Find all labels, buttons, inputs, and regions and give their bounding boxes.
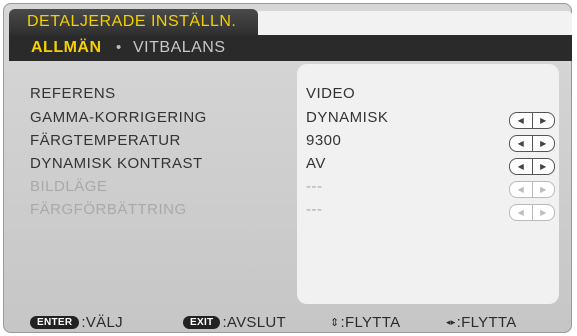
title-bar: DETALJERADE INSTÄLLN.	[9, 9, 572, 35]
enter-key-icon: ENTER	[30, 316, 80, 329]
tab-bar: ALLMÄN • VITBALANS	[9, 35, 572, 61]
left-arrow-icon[interactable]: ◀	[510, 136, 533, 151]
right-arrow-icon[interactable]: ▶	[533, 136, 555, 151]
right-arrow-icon: ▶	[540, 208, 547, 217]
right-arrow-icon[interactable]: ▶	[533, 159, 555, 174]
setting-row-bildlage: BILDLÄGE --- ◀ ▶	[17, 178, 567, 200]
footer-leftright: ◂▸ :FLYTTA	[446, 314, 517, 331]
setting-label: FÄRGTEMPERATUR	[30, 132, 181, 149]
setting-value: DYNAMISK	[306, 109, 389, 126]
left-arrow-icon[interactable]: ◀	[510, 159, 533, 174]
footer-updown-text: :FLYTTA	[340, 314, 401, 331]
setting-row-gamma-korrigering[interactable]: GAMMA-KORRIGERING DYNAMISK ◀ ▶	[17, 109, 567, 131]
setting-label: REFERENS	[30, 85, 116, 102]
right-arrow-icon[interactable]: ▶	[533, 113, 555, 128]
left-arrow-icon: ◀	[510, 182, 533, 197]
settings-list: REFERENS VIDEO GAMMA-KORRIGERING DYNAMIS…	[17, 64, 567, 305]
title-tab: DETALJERADE INSTÄLLN.	[9, 9, 258, 35]
title-bar-filler	[258, 11, 572, 35]
right-arrow-icon: ▶	[540, 185, 547, 194]
setting-label: FÄRGFÖRBÄTTRING	[30, 201, 187, 218]
setting-label: GAMMA-KORRIGERING	[30, 109, 207, 126]
setting-row-dynamisk-kontrast[interactable]: DYNAMISK KONTRAST AV ◀ ▶	[17, 155, 567, 177]
footer-enter: ENTER :VÄLJ	[30, 314, 123, 331]
footer-exit-text: :AVSLUT	[222, 314, 286, 331]
setting-value: VIDEO	[306, 85, 356, 102]
footer-exit: EXIT :AVSLUT	[183, 314, 286, 331]
left-right-arrow-icon: ◂▸	[446, 317, 456, 327]
left-arrow-icon[interactable]: ◀	[510, 113, 533, 128]
menu-title: DETALJERADE INSTÄLLN.	[27, 13, 237, 30]
menu-window: DETALJERADE INSTÄLLN. ALLMÄN • VITBALANS…	[3, 3, 572, 333]
adjust-arrows[interactable]: ◀ ▶	[509, 158, 555, 175]
setting-row-fargforbattring: FÄRGFÖRBÄTTRING --- ◀ ▶	[17, 201, 567, 223]
up-down-arrow-icon: ⇕	[330, 317, 340, 329]
setting-row-referens[interactable]: REFERENS VIDEO	[17, 85, 567, 107]
setting-value: ---	[306, 201, 323, 218]
footer-updown: ⇕ :FLYTTA	[330, 314, 400, 331]
adjust-arrows: ◀ ▶	[509, 204, 555, 221]
adjust-arrows[interactable]: ◀ ▶	[509, 112, 555, 129]
setting-value: ---	[306, 178, 323, 195]
footer-enter-text: :VÄLJ	[81, 314, 123, 331]
footer-help: ENTER :VÄLJ EXIT :AVSLUT ⇕ :FLYTTA ◂▸ :F…	[3, 312, 572, 333]
tab-allman[interactable]: ALLMÄN	[31, 39, 102, 57]
footer-leftright-text: :FLYTTA	[456, 314, 517, 331]
left-arrow-icon: ◀	[510, 205, 533, 220]
adjust-arrows: ◀ ▶	[509, 181, 555, 198]
adjust-arrows[interactable]: ◀ ▶	[509, 135, 555, 152]
setting-label: DYNAMISK KONTRAST	[30, 155, 203, 172]
setting-value: AV	[306, 155, 326, 172]
setting-value: 9300	[306, 132, 342, 149]
setting-row-fargtemperatur[interactable]: FÄRGTEMPERATUR 9300 ◀ ▶	[17, 132, 567, 154]
setting-label: BILDLÄGE	[30, 178, 108, 195]
tab-separator: •	[116, 39, 122, 56]
exit-key-icon: EXIT	[183, 316, 221, 329]
tab-vitbalans[interactable]: VITBALANS	[133, 39, 226, 57]
